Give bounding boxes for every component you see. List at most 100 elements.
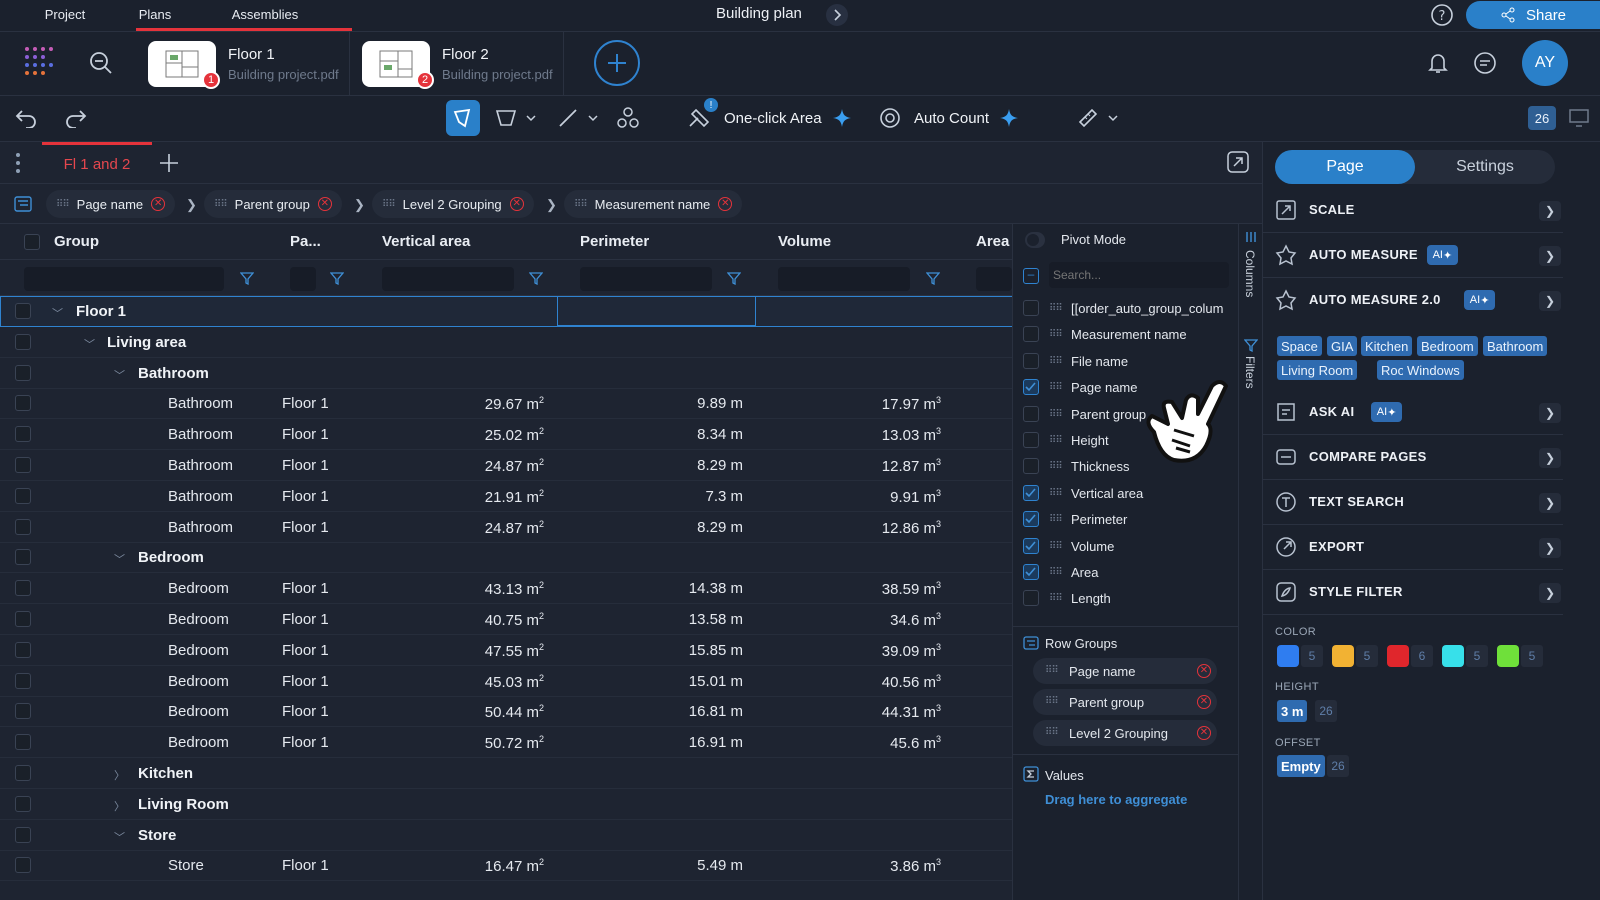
auto-count-button[interactable]: Auto Count	[876, 100, 1036, 136]
user-avatar[interactable]: AY	[1522, 40, 1568, 86]
drag-handle-icon[interactable]: ⠿⠿	[1049, 435, 1063, 446]
filter-icon[interactable]	[529, 271, 543, 285]
search-zoom-icon[interactable]	[88, 50, 114, 76]
color-swatch[interactable]	[1442, 645, 1464, 667]
drag-handle-icon[interactable]: ⠿⠿	[56, 199, 70, 210]
group-chip-level-2-grouping[interactable]: ⠿⠿ Level 2 Grouping ✕	[372, 190, 534, 218]
color-swatch[interactable]	[1387, 645, 1409, 667]
remove-icon[interactable]: ✕	[509, 197, 524, 211]
color-swatch[interactable]	[1332, 645, 1354, 667]
group-row[interactable]: ﹀ Store	[0, 820, 1032, 851]
column-header-volume[interactable]: Volume	[778, 233, 831, 250]
column-checkbox[interactable]	[1023, 300, 1039, 316]
group-chip-parent-group[interactable]: ⠿⠿ Parent group ✕	[204, 190, 342, 218]
notification-bell-icon[interactable]	[1426, 50, 1450, 76]
filters-tab[interactable]: Filters	[1243, 356, 1257, 389]
row-checkbox[interactable]	[15, 549, 31, 566]
file-card-floor-1[interactable]: 1 Floor 1 Building project.pdf	[136, 32, 350, 96]
select-all-checkbox[interactable]	[24, 234, 40, 250]
menu-item-text-search[interactable]: TEXT SEARCH ❯	[1263, 480, 1563, 525]
add-file-button[interactable]	[594, 40, 640, 86]
columns-tab[interactable]: Columns	[1243, 250, 1257, 297]
row-checkbox[interactable]	[15, 426, 31, 443]
chevron-right-icon[interactable]: ❯	[1539, 201, 1561, 221]
row-checkbox[interactable]	[15, 487, 31, 504]
chevron-down-icon[interactable]: ﹀	[114, 367, 125, 383]
tab-page[interactable]: Page	[1275, 150, 1415, 184]
share-button[interactable]: Share	[1466, 1, 1600, 29]
measure-tag[interactable]: Kitchen	[1361, 336, 1413, 356]
column-checkbox[interactable]	[1023, 458, 1039, 475]
remove-icon[interactable]: ✕	[1197, 664, 1211, 678]
file-card-floor-2[interactable]: 2 Floor 2 Building project.pdf	[350, 32, 564, 96]
drag-handle-icon[interactable]: ⠿⠿	[1049, 461, 1063, 472]
row-group-item[interactable]: ⠿⠿ Parent group ✕	[1033, 689, 1217, 715]
drag-handle-icon[interactable]: ⠿⠿	[1045, 696, 1059, 707]
menu-item-scale[interactable]: SCALE ❯	[1263, 188, 1563, 233]
tab-settings[interactable]: Settings	[1415, 150, 1555, 184]
drag-handle-icon[interactable]: ⠿⠿	[1045, 727, 1059, 738]
measure-tag[interactable]: Bedroom	[1417, 336, 1478, 356]
column-checkbox[interactable]	[1023, 590, 1039, 607]
column-checkbox[interactable]	[1023, 352, 1039, 369]
measure-tag[interactable]: Living Room	[1277, 360, 1358, 380]
ruler-tool-icon[interactable]	[1070, 100, 1126, 136]
row-checkbox[interactable]	[15, 518, 31, 535]
chevron-right-icon[interactable]: ❯	[1539, 493, 1561, 513]
chevron-down-icon[interactable]: ﹀	[84, 336, 95, 352]
table-row[interactable]: Bedroom Floor 1 45.03 m2 15.01 m 40.56 m3	[0, 666, 1032, 697]
filter-icon[interactable]	[240, 271, 254, 285]
tab-project[interactable]: Project	[28, 0, 102, 32]
filter-icon[interactable]	[727, 271, 741, 285]
view-tab-active[interactable]: Fl 1 and 2	[42, 142, 152, 184]
menu-item-auto-measure[interactable]: AUTO MEASURE AI ✦ ❯	[1263, 233, 1563, 278]
table-row[interactable]: Bathroom Floor 1 29.67 m2 9.89 m 17.97 m3	[0, 388, 1032, 420]
page-count-badge[interactable]: 26	[1528, 106, 1556, 130]
group-row[interactable]: ﹀ Bathroom	[0, 358, 1032, 389]
column-checkbox[interactable]	[1023, 405, 1039, 422]
row-checkbox[interactable]	[15, 826, 31, 843]
menu-item-export[interactable]: EXPORT ❯	[1263, 525, 1563, 570]
pivot-mode-toggle[interactable]	[1025, 232, 1045, 248]
drag-handle-icon[interactable]: ⠿⠿	[1049, 356, 1063, 367]
row-group-item[interactable]: ⠿⠿ Level 2 Grouping ✕	[1033, 720, 1217, 746]
remove-icon[interactable]: ✕	[1197, 695, 1211, 709]
row-checkbox[interactable]	[15, 611, 31, 627]
table-row[interactable]: Bathroom Floor 1 24.87 m2 8.29 m 12.87 m3	[0, 450, 1032, 481]
group-chip-measurement-name[interactable]: ⠿⠿ Measurement name ✕	[564, 190, 743, 218]
table-row[interactable]: Bathroom Floor 1 24.87 m2 8.29 m 12.86 m3	[0, 512, 1032, 543]
table-row[interactable]: Bedroom Floor 1 43.13 m2 14.38 m 38.59 m3	[0, 573, 1032, 605]
group-row[interactable]: ﹀ Bedroom	[0, 542, 1032, 574]
column-header-page[interactable]: Pa...	[290, 233, 321, 250]
column-header-group[interactable]: Group	[54, 233, 99, 250]
drag-handle-icon[interactable]: ⠿⠿	[382, 199, 396, 210]
group-filter-input[interactable]	[24, 267, 224, 291]
drag-handle-icon[interactable]: ⠿⠿	[214, 199, 228, 210]
more-vertical-icon[interactable]	[14, 152, 22, 174]
drag-handle-icon[interactable]: ⠿⠿	[1049, 541, 1063, 552]
drag-handle-icon[interactable]: ⠿⠿	[1049, 329, 1063, 340]
measure-tag[interactable]: Space	[1277, 336, 1322, 356]
column-list-item[interactable]: ⠿⠿ [[order_auto_group_colum	[1023, 296, 1233, 322]
column-header-perimeter[interactable]: Perimeter	[580, 233, 649, 250]
row-checkbox[interactable]	[15, 795, 31, 812]
column-header-area[interactable]: Area	[976, 233, 1009, 250]
row-checkbox[interactable]	[15, 641, 31, 658]
chevron-right-icon[interactable]: ❯	[1539, 448, 1561, 468]
group-row[interactable]: ﹀ Living area	[0, 327, 1032, 358]
polygon-area-tool-icon[interactable]	[446, 100, 480, 136]
line-tool-icon[interactable]	[550, 100, 606, 136]
column-search-input[interactable]	[1049, 262, 1229, 288]
page-filter-input[interactable]	[290, 267, 316, 291]
remove-icon[interactable]: ✕	[1197, 726, 1211, 740]
chevron-right-icon[interactable]: 〉	[114, 767, 125, 783]
count-tool-icon[interactable]	[612, 100, 644, 136]
drag-handle-icon[interactable]: ⠿⠿	[1049, 593, 1063, 604]
row-checkbox[interactable]	[15, 765, 31, 781]
row-checkbox[interactable]	[15, 580, 31, 597]
menu-item-compare-pages[interactable]: COMPARE PAGES ❯	[1263, 435, 1563, 480]
menu-item-auto-measure-2-0[interactable]: AUTO MEASURE 2.0 AI ✦ ❯	[1263, 278, 1563, 323]
column-checkbox[interactable]	[1023, 484, 1039, 501]
table-row[interactable]: Bedroom Floor 1 47.55 m2 15.85 m 39.09 m3	[0, 635, 1032, 666]
chevron-right-icon[interactable]: ❯	[1539, 583, 1561, 603]
